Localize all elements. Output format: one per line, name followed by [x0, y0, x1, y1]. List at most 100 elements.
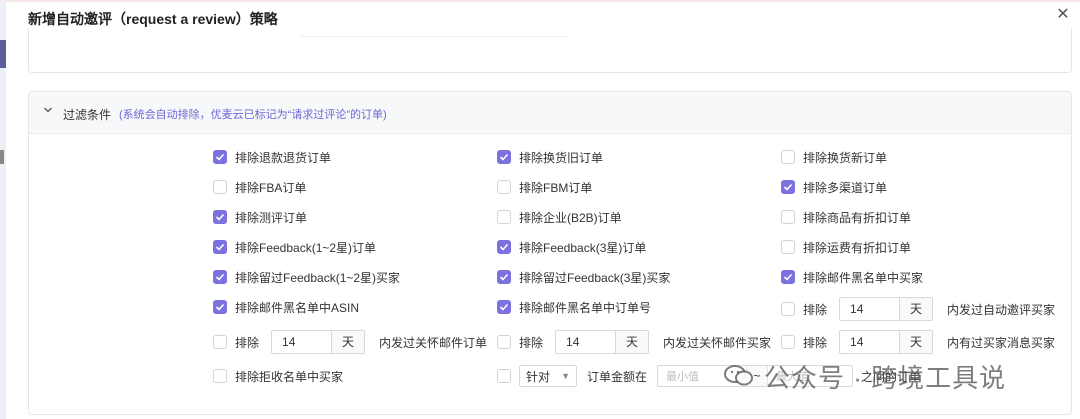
- filter-option: 排除运费有折扣订单: [781, 237, 911, 257]
- days-input[interactable]: 14 天: [271, 330, 366, 354]
- target-select-value: 针对: [526, 369, 551, 384]
- background-text-fragment: [0, 150, 4, 164]
- checkbox-checked[interactable]: [781, 180, 795, 194]
- filter-option-label[interactable]: 排除留过Feedback(1~2星)买家: [235, 269, 400, 286]
- checkbox-checked[interactable]: [213, 150, 227, 164]
- filter-option: 排除FBM订单: [497, 177, 592, 197]
- checkbox-checked[interactable]: [497, 150, 511, 164]
- close-icon[interactable]: ✕: [1054, 6, 1072, 24]
- filter-option-label[interactable]: 排除Feedback(3星)订单: [519, 239, 646, 256]
- checkbox[interactable]: [213, 369, 227, 383]
- rule-buyer-message: 排除 14 天 内有过买家消息买家: [781, 330, 1056, 354]
- filter-option-label[interactable]: 排除FBA订单: [235, 179, 306, 196]
- checkbox-checked[interactable]: [213, 240, 227, 254]
- filter-option: 排除Feedback(1~2星)订单: [213, 237, 376, 257]
- filter-option: 排除换货旧订单: [497, 147, 603, 167]
- chevron-down-icon[interactable]: [43, 105, 55, 119]
- filter-option-label[interactable]: 排除FBM订单: [519, 179, 592, 196]
- filter-option: 排除商品有折扣订单: [781, 207, 911, 227]
- filter-option-label[interactable]: 排除邮件黑名单中ASIN: [235, 299, 359, 316]
- filter-option: 排除邮件黑名单中买家: [781, 267, 923, 287]
- filter-option-label[interactable]: 排除Feedback(1~2星)订单: [235, 239, 376, 256]
- rule-care-mail-order: 排除 14 天 内发过关怀邮件订单: [213, 330, 488, 354]
- days-value[interactable]: 14: [556, 331, 617, 353]
- rule-care-mail-buyer: 排除 14 天 内发过关怀邮件买家: [497, 330, 772, 354]
- filter-option-label[interactable]: 排除企业(B2B)订单: [519, 209, 622, 226]
- checkbox[interactable]: [781, 210, 795, 224]
- chevron-down-icon: ▼: [561, 371, 570, 381]
- rule-prefix: 排除: [519, 335, 544, 350]
- rule-prefix: 排除: [803, 335, 828, 350]
- filter-panel-title: 过滤条件: [63, 108, 112, 122]
- checkbox[interactable]: [497, 335, 511, 349]
- rule-auto-invite-buyer: 排除 14 天 内发过自动邀评买家: [781, 297, 1056, 321]
- checkbox-checked[interactable]: [497, 270, 511, 284]
- rule-suffix: 内有过买家消息买家: [947, 335, 1056, 350]
- rule-prefix: 排除: [803, 302, 828, 317]
- filter-option-label[interactable]: 排除邮件黑名单中订单号: [519, 299, 651, 316]
- background-sidebar-fragment: [0, 40, 6, 68]
- filter-option-label[interactable]: 排除测评订单: [235, 209, 307, 226]
- days-input[interactable]: 14 天: [555, 330, 650, 354]
- rule-prefix: 排除: [235, 335, 260, 350]
- checkbox[interactable]: [497, 210, 511, 224]
- previous-section-card: [28, 28, 1072, 73]
- filter-option-label[interactable]: 排除留过Feedback(3星)买家: [519, 269, 670, 286]
- filter-option-label[interactable]: 排除运费有折扣订单: [803, 239, 911, 256]
- target-select[interactable]: 针对 ▼: [519, 365, 577, 387]
- checkbox-checked[interactable]: [213, 300, 227, 314]
- filter-option-label[interactable]: 排除退款退货订单: [235, 149, 331, 166]
- filter-option-label[interactable]: 排除拒收名单中买家: [235, 368, 343, 385]
- filter-option: 排除企业(B2B)订单: [497, 207, 622, 227]
- filter-option-label[interactable]: 排除邮件黑名单中买家: [803, 269, 923, 286]
- checkbox-checked[interactable]: [497, 300, 511, 314]
- days-unit: 天: [900, 331, 933, 353]
- filter-option: 排除留过Feedback(1~2星)买家: [213, 267, 400, 287]
- watermark-text: 公众号 · 跨境工具说: [764, 362, 1007, 393]
- checkbox-checked[interactable]: [497, 240, 511, 254]
- rule-suffix: 内发过关怀邮件订单: [379, 335, 488, 350]
- background-page-edge: [0, 0, 6, 419]
- filter-option-label[interactable]: 排除换货旧订单: [519, 149, 603, 166]
- filter-option: 排除拒收名单中买家: [213, 366, 343, 386]
- checkbox[interactable]: [781, 335, 795, 349]
- checkbox[interactable]: [497, 180, 511, 194]
- checkbox[interactable]: [781, 302, 795, 316]
- filter-option: 排除留过Feedback(3星)买家: [497, 267, 670, 287]
- filter-option: 排除Feedback(3星)订单: [497, 237, 646, 257]
- checkbox-checked[interactable]: [213, 270, 227, 284]
- rule-suffix: 内发过关怀邮件买家: [663, 335, 772, 350]
- days-value[interactable]: 14: [272, 331, 333, 353]
- filter-option: 排除FBA订单: [213, 177, 306, 197]
- days-unit: 天: [616, 331, 649, 353]
- filter-option: 排除换货新订单: [781, 147, 887, 167]
- checkbox-checked[interactable]: [781, 270, 795, 284]
- filter-option-label[interactable]: 排除多渠道订单: [803, 179, 887, 196]
- checkbox-checked[interactable]: [213, 210, 227, 224]
- checkbox[interactable]: [497, 369, 511, 383]
- wechat-icon: [724, 364, 754, 388]
- rule-suffix: 内发过自动邀评买家: [947, 302, 1056, 317]
- filter-option: 排除退款退货订单: [213, 147, 331, 167]
- amount-label: 订单金额在: [587, 369, 648, 384]
- filter-option: 排除多渠道订单: [781, 177, 887, 197]
- checkbox[interactable]: [213, 335, 227, 349]
- filter-option: 排除邮件黑名单中ASIN: [213, 297, 359, 317]
- days-value[interactable]: 14: [840, 331, 901, 353]
- checkbox[interactable]: [213, 180, 227, 194]
- days-unit: 天: [332, 331, 365, 353]
- days-input[interactable]: 14 天: [839, 330, 934, 354]
- filter-panel-header[interactable]: 过滤条件 (系统会自动排除，优麦云已标记为“请求过评论”的订单): [29, 92, 1071, 134]
- divider: [299, 32, 569, 37]
- days-unit: 天: [900, 298, 933, 320]
- checkbox[interactable]: [781, 240, 795, 254]
- filter-option-label[interactable]: 排除商品有折扣订单: [803, 209, 911, 226]
- filter-option-label[interactable]: 排除换货新订单: [803, 149, 887, 166]
- days-input[interactable]: 14 天: [839, 297, 934, 321]
- days-value[interactable]: 14: [840, 298, 901, 320]
- filter-option: 排除测评订单: [213, 207, 307, 227]
- filter-panel-note: (系统会自动排除，优麦云已标记为“请求过评论”的订单): [119, 109, 387, 121]
- dialog-title: 新增自动邀评（request a review）策略: [28, 11, 278, 27]
- checkbox[interactable]: [781, 150, 795, 164]
- filter-option: 排除邮件黑名单中订单号: [497, 297, 651, 317]
